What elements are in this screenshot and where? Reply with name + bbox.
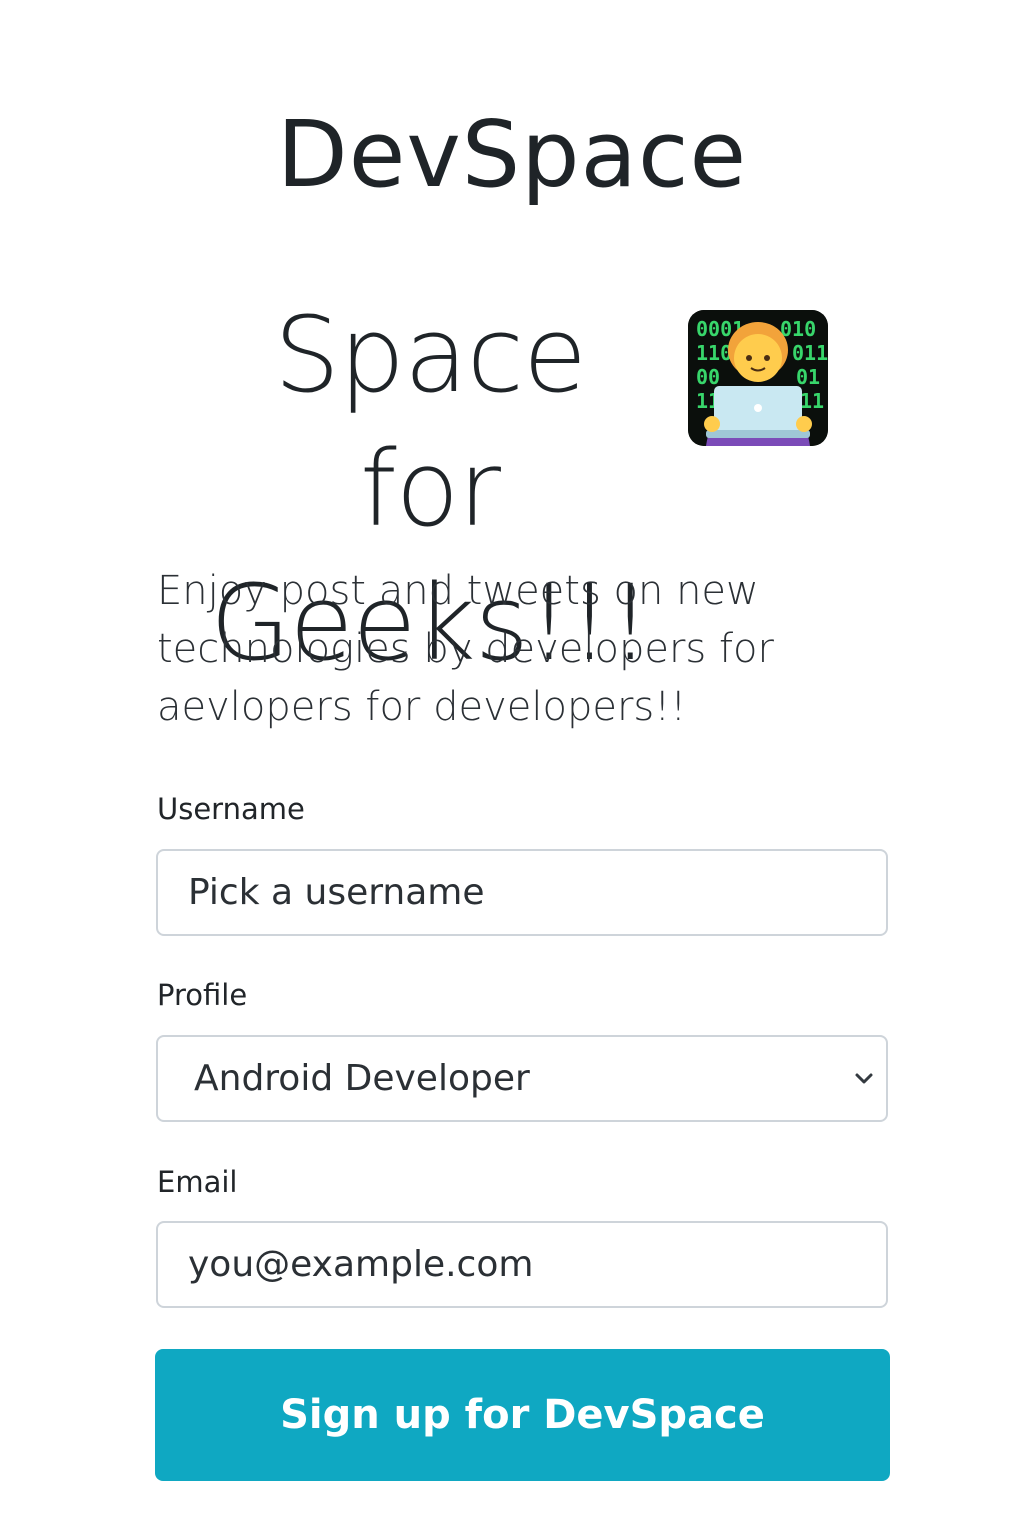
username-input[interactable]: Pick a username <box>156 849 888 936</box>
signup-button[interactable]: Sign up for DevSpace <box>155 1349 890 1481</box>
email-label: Email <box>157 1165 238 1199</box>
username-placeholder: Pick a username <box>188 872 485 913</box>
svg-text:11: 11 <box>800 389 824 413</box>
profile-select[interactable]: Android Developer <box>156 1035 888 1122</box>
profile-selected-value: Android Developer <box>194 1058 530 1099</box>
hero-tagline: Enjoy post and tweets on new technologie… <box>157 568 774 730</box>
chevron-down-icon <box>855 1073 873 1084</box>
brand-title: DevSpace <box>276 101 748 208</box>
technologist-emoji-icon: 0001 010 110 011 00 01 11 11 <box>688 310 828 446</box>
technologist-emoji-icon-graphic: 0001 010 110 011 00 01 11 11 <box>688 310 828 446</box>
svg-text:110: 110 <box>696 341 732 365</box>
profile-label: Profile <box>157 978 248 1012</box>
email-input[interactable]: you@example.com <box>156 1221 888 1308</box>
svg-text:01: 01 <box>796 365 820 389</box>
svg-text:011: 011 <box>792 341 828 365</box>
svg-text:010: 010 <box>780 317 816 341</box>
hero-heading-line-1: Space for <box>274 294 587 550</box>
svg-text:00: 00 <box>696 365 720 389</box>
username-label: Username <box>157 792 305 826</box>
email-placeholder: you@example.com <box>188 1244 534 1285</box>
